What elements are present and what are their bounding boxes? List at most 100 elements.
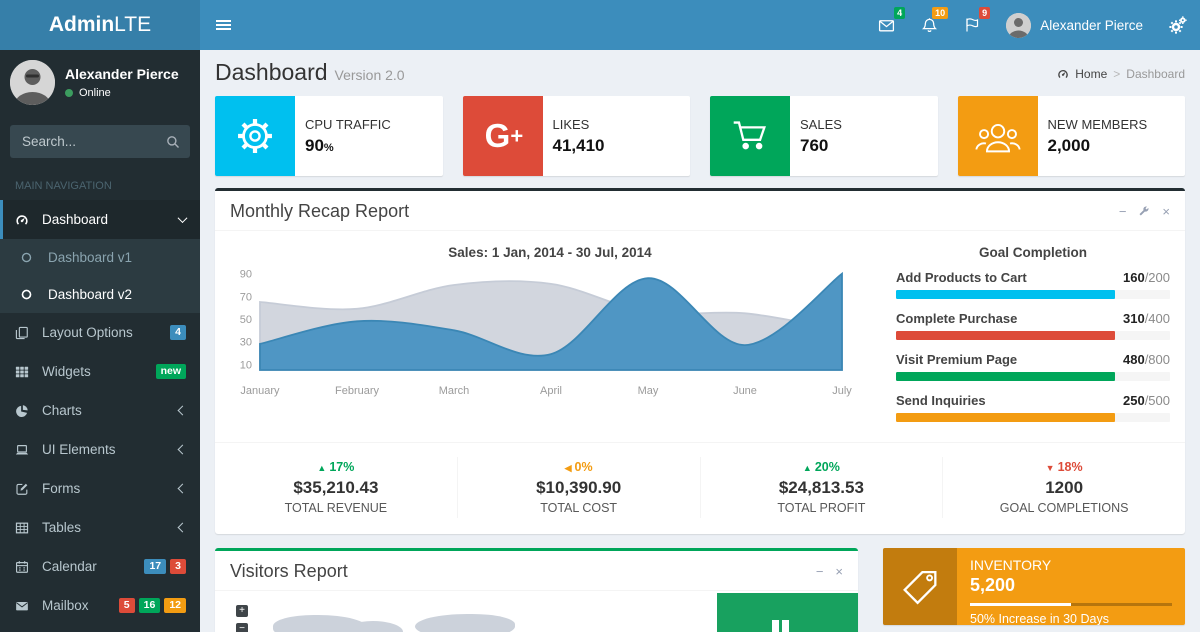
svg-text:February: February <box>335 385 380 397</box>
sidebar-item-label: Dashboard v2 <box>48 287 132 302</box>
svg-text:10: 10 <box>240 359 252 371</box>
breadcrumb-home-link[interactable]: Home <box>1075 67 1107 81</box>
user-menu[interactable]: Alexander Pierce <box>993 0 1156 50</box>
map-zoom-in-button[interactable]: + <box>236 605 248 617</box>
sidebar-item-examples[interactable]: Examples <box>0 625 200 632</box>
breadcrumb-current: Dashboard <box>1126 67 1185 81</box>
chevron-left-icon <box>178 406 188 416</box>
progress-label: Add Products to Cart <box>896 270 1027 285</box>
sidebar-item-label: Widgets <box>42 364 91 379</box>
map-landmass <box>415 614 515 632</box>
control-sidebar-button[interactable] <box>1156 0 1200 50</box>
sidebar-item-dashboard-v2[interactable]: Dashboard v2 <box>0 276 200 313</box>
progress-track <box>896 290 1170 299</box>
settings-button[interactable] <box>1138 205 1150 219</box>
tasks-badge: 9 <box>979 7 990 19</box>
notifications-menu[interactable]: 10 <box>908 0 951 50</box>
messages-menu[interactable]: 4 <box>865 0 908 50</box>
collapse-button[interactable]: − <box>816 565 824 578</box>
info-box-label: LIKES <box>553 117 605 132</box>
svg-text:50: 50 <box>240 314 252 326</box>
svg-text:January: January <box>240 385 280 397</box>
sidebar-toggle-button[interactable] <box>200 0 246 50</box>
progress-bar <box>896 290 1115 299</box>
header-user-name: Alexander Pierce <box>1040 18 1143 33</box>
info-box-likes: G+ LIKES 41,410 <box>463 96 691 176</box>
badge: new <box>156 364 186 380</box>
stat-total-profit: ▲20% $24,813.53 TOTAL PROFIT <box>701 457 944 518</box>
bell-icon <box>921 17 938 34</box>
badge: 4 <box>170 325 186 341</box>
sidebar-item-charts[interactable]: Charts <box>0 391 200 430</box>
recap-footer: ▲17% $35,210.43 TOTAL REVENUE ◀0% $10,39… <box>215 442 1185 534</box>
map-zoom-out-button[interactable]: − <box>236 623 248 632</box>
user-status-label: Online <box>79 87 111 99</box>
sidebar-item-widgets[interactable]: Widgets new <box>0 352 200 391</box>
visitors-sparkline-panel <box>717 593 858 632</box>
info-box-label: CPU TRAFFIC <box>305 117 391 132</box>
progress-number: 250/500 <box>1123 393 1170 408</box>
sidebar-section-label: MAIN NAVIGATION <box>0 168 200 200</box>
info-box-label: NEW MEMBERS <box>1048 117 1148 132</box>
sidebar-item-tables[interactable]: Tables <box>0 508 200 547</box>
envelope-icon <box>878 17 895 34</box>
search-button[interactable] <box>156 125 190 158</box>
stat-goal-completions: ▼18% 1200 GOAL COMPLETIONS <box>943 457 1185 518</box>
svg-text:May: May <box>638 385 659 397</box>
close-icon[interactable]: × <box>1162 205 1170 218</box>
circle-o-icon <box>21 252 48 263</box>
chart-title: Sales: 1 Jan, 2014 - 30 Jul, 2014 <box>230 245 870 260</box>
flag-icon <box>964 17 980 33</box>
sidebar-item-calendar[interactable]: Calendar 17 3 <box>0 547 200 586</box>
progress-number: 480/800 <box>1123 352 1170 367</box>
user-status[interactable]: Online <box>65 87 179 99</box>
collapse-button[interactable]: − <box>1119 205 1127 218</box>
search-input[interactable] <box>10 125 156 158</box>
tasks-menu[interactable]: 9 <box>951 0 993 50</box>
chevron-left-icon <box>178 484 188 494</box>
search-icon <box>166 135 180 149</box>
app-logo[interactable]: AdminLTE <box>0 0 200 50</box>
sidebar-item-ui-elements[interactable]: UI Elements <box>0 430 200 469</box>
pie-chart-icon <box>15 404 42 418</box>
sidebar-item-layout-options[interactable]: Layout Options 4 <box>0 313 200 352</box>
sidebar-item-dashboard[interactable]: Dashboard <box>0 200 200 239</box>
tag-icon <box>883 548 957 625</box>
main-header: AdminLTE 4 10 9 <box>0 0 1200 50</box>
goal-completion-panel: Goal Completion Add Products to Cart 160… <box>870 239 1170 434</box>
box-title: Visitors Report <box>230 561 348 582</box>
progress-label: Complete Purchase <box>896 311 1017 326</box>
badge: 17 <box>144 559 166 575</box>
info-box-value: 90% <box>305 136 391 156</box>
laptop-icon <box>15 443 42 457</box>
progress-number: 310/400 <box>1123 311 1170 326</box>
svg-text:April: April <box>540 385 562 397</box>
chevron-down-icon <box>178 213 188 223</box>
gauge-icon <box>1057 68 1069 80</box>
progress-group: Add Products to Cart 160/200 <box>896 270 1170 299</box>
sidebar-item-mailbox[interactable]: Mailbox 5 16 12 <box>0 586 200 625</box>
sidebar-item-label: Forms <box>42 481 80 496</box>
info-box-row: CPU TRAFFIC 90% G+ LIKES 41,410 SALES 76… <box>215 96 1185 176</box>
info-box-sales: SALES 760 <box>710 96 938 176</box>
sidebar-item-forms[interactable]: Forms <box>0 469 200 508</box>
box-title: Monthly Recap Report <box>230 201 409 222</box>
users-icon <box>958 96 1038 176</box>
sidebar-item-label: UI Elements <box>42 442 116 457</box>
progress-number: 160/200 <box>1123 270 1170 285</box>
breadcrumb-separator: > <box>1113 67 1120 81</box>
monthly-recap-box: Monthly Recap Report − × Sales: 1 Jan, 2… <box>215 188 1185 534</box>
inventory-label: INVENTORY <box>970 557 1172 573</box>
sidebar-item-label: Mailbox <box>42 598 89 613</box>
grid-icon <box>15 365 42 379</box>
progress-bar <box>896 413 1115 422</box>
top-navbar: 4 10 9 Alexander Pierce <box>200 0 1200 50</box>
sidebar-item-dashboard-v1[interactable]: Dashboard v1 <box>0 239 200 276</box>
inventory-info-box: INVENTORY 5,200 50% Increase in 30 Days <box>883 548 1185 625</box>
caret-up-icon: ▲ <box>317 463 326 473</box>
table-icon <box>15 521 42 535</box>
badge: 16 <box>139 598 161 614</box>
close-icon[interactable]: × <box>835 565 843 578</box>
stat-total-revenue: ▲17% $35,210.43 TOTAL REVENUE <box>215 457 458 518</box>
info-box-value: 760 <box>800 136 842 156</box>
